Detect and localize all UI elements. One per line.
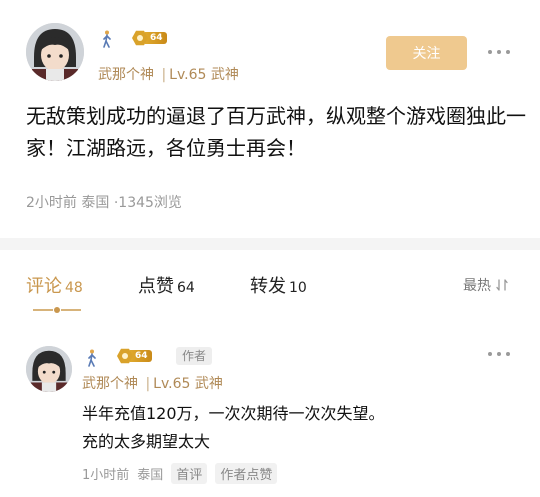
comment-meta: 1小时前 泰国 首评 作者点赞 <box>82 463 278 484</box>
tab-shares[interactable]: 转发 10 <box>250 272 307 298</box>
medal-level: 64 <box>145 32 167 44</box>
tab-count: 10 <box>289 280 307 296</box>
tab-label: 转发 <box>250 276 286 297</box>
commenter-avatar[interactable] <box>26 346 72 392</box>
level-medal: 64 <box>117 348 152 364</box>
author-avatar[interactable] <box>26 23 84 81</box>
commenter-level: Lv.65 <box>153 376 191 392</box>
sort-label: 最热 <box>463 278 491 294</box>
sort-icon <box>496 279 508 291</box>
commenter-line[interactable]: 武那个神 | Lv.65 武神 <box>82 373 223 393</box>
commenter-name: 武那个神 <box>82 376 138 392</box>
tab-count: 48 <box>65 280 83 296</box>
author-badge: 作者 <box>176 347 213 365</box>
post-time: 2小时前 <box>26 195 77 211</box>
post-location: 泰国 <box>81 195 110 211</box>
comment-line: 半年充值120万，一次次期待一次次失望。 <box>82 404 385 423</box>
more-options-icon[interactable] <box>488 352 510 356</box>
tab-count: 64 <box>177 280 195 296</box>
section-divider <box>0 238 540 250</box>
more-options-icon[interactable] <box>488 50 510 54</box>
comment-time: 1小时前 <box>82 468 130 483</box>
comment-line: 充的太多期望太大 <box>82 432 211 451</box>
active-tab-indicator <box>33 307 81 313</box>
follow-button[interactable]: 关注 <box>386 36 467 70</box>
walking-person-icon <box>103 30 111 48</box>
tab-likes[interactable]: 点赞 64 <box>138 272 195 298</box>
tab-comments[interactable]: 评论 48 <box>26 272 83 298</box>
medal-level: 64 <box>130 350 152 362</box>
post-meta: 2小时前 泰国 ·1345浏览 <box>26 192 182 212</box>
author-level: Lv.65 <box>169 67 207 83</box>
separator: | <box>145 376 151 392</box>
tab-label: 点赞 <box>138 276 174 297</box>
sort-toggle[interactable]: 最热 <box>463 275 509 295</box>
author-title: 武神 <box>210 67 239 83</box>
author-line[interactable]: 武那个神 | Lv.65 武神 <box>98 64 239 84</box>
comment-location: 泰国 <box>137 468 164 483</box>
author-liked-chip: 作者点赞 <box>215 463 278 484</box>
author-name: 武那个神 <box>98 67 154 83</box>
commenter-title: 武神 <box>194 376 223 392</box>
comment-content: 半年充值120万，一次次期待一次次失望。 充的太多期望太大 <box>82 400 482 456</box>
first-comment-chip: 首评 <box>171 463 208 484</box>
post-views: 1345浏览 <box>118 195 182 211</box>
walking-person-icon <box>88 349 96 367</box>
post-content: 无敌策划成功的逼退了百万武神，纵观整个游戏圈独此一家！江湖路远，各位勇士再会！ <box>26 104 526 160</box>
separator: | <box>161 67 167 83</box>
avatar-image <box>26 346 72 392</box>
level-medal: 64 <box>132 30 167 46</box>
avatar-image <box>26 23 84 81</box>
tab-label: 评论 <box>26 276 62 297</box>
